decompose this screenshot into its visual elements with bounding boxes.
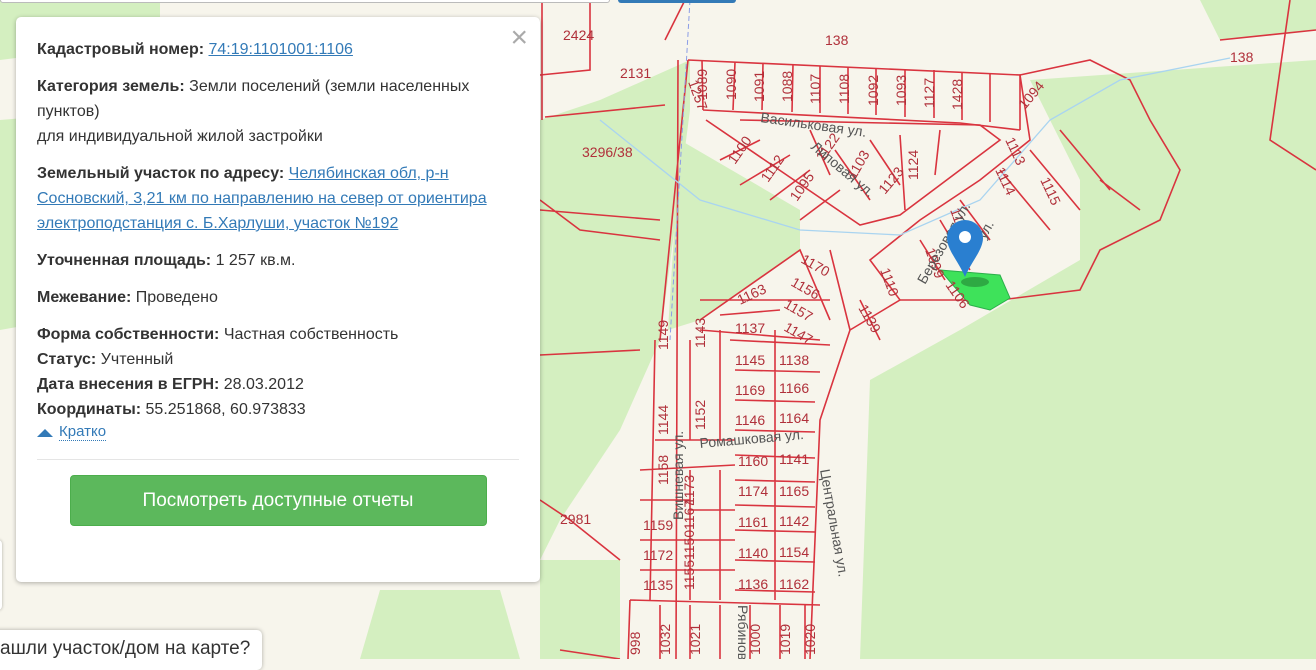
parcel-number: 1127 [921, 78, 937, 108]
parcel-number: 1165 [779, 483, 809, 499]
parcel-number: 2981 [560, 511, 591, 527]
parcel-number: 1093 [893, 75, 909, 106]
parcel-number: 1021 [687, 624, 703, 655]
parcel-info-panel: × Кадастровый номер: 74:19:1101001:1106 … [16, 17, 540, 582]
parcel-number: 1140 [738, 545, 768, 561]
collapse-toggle[interactable]: Кратко [37, 424, 519, 441]
survey-row: Межевание: Проведено [37, 285, 519, 310]
parcel-number: 1138 [779, 352, 809, 368]
parcel-number: 998 [627, 631, 643, 655]
parcel-number: 1092 [865, 75, 881, 106]
parcel-number: 1170 [799, 251, 833, 280]
coordinates-value: 55.251868, 60.973833 [145, 401, 306, 418]
parcel-number: 1144 [655, 405, 671, 435]
status-row: Статус: Учтенный [37, 347, 519, 372]
parcel-number: 1158 [655, 455, 671, 485]
parcel-number: 1162 [779, 576, 809, 592]
parcel-number: 1137 [735, 320, 765, 336]
cadastral-number-label: Кадастровый номер: [37, 41, 205, 58]
cadastral-number-link[interactable]: 74:19:1101001:1106 [209, 41, 353, 58]
coordinates-label: Координаты: [37, 401, 142, 418]
street-name: Ромашковая ул. [699, 426, 805, 451]
street-name: Липовая ул. [808, 138, 878, 200]
parcel-number: 1107 [807, 74, 823, 104]
found-parcel-prompt[interactable]: ашли участок/дом на карте? [0, 630, 262, 670]
street-name: Васильковая ул. [760, 109, 868, 140]
coordinates-row: Координаты: 55.251868, 60.973833 [37, 397, 519, 422]
address-label: Земельный участок по адресу: [37, 165, 285, 182]
parcel-number: 1115 [1037, 175, 1064, 208]
caret-up-icon [37, 428, 53, 437]
ownership-row: Форма собственности: Частная собственнос… [37, 322, 519, 347]
parcel-number: 1150 [681, 530, 697, 560]
parcel-number: 1139 [855, 302, 884, 336]
parcel-number: 1019 [777, 624, 793, 655]
area-label: Уточненная площадь: [37, 252, 212, 269]
close-icon[interactable]: × [510, 23, 528, 53]
parcel-number: 1161 [738, 514, 768, 530]
date-value: 28.03.2012 [223, 376, 304, 393]
street-name: Вишневая ул. [670, 431, 686, 520]
parcel-number: 1136 [738, 576, 768, 592]
view-reports-button[interactable]: Посмотреть доступные отчеты [69, 475, 487, 526]
parcel-number: 1124 [905, 150, 921, 180]
survey-value: Проведено [135, 289, 218, 306]
parcel-number: 1166 [779, 380, 809, 396]
status-label: Статус: [37, 351, 97, 368]
cadastral-number-row: Кадастровый номер: 74:19:1101001:1106 [37, 37, 519, 62]
search-button[interactable] [618, 0, 736, 3]
parcel-number: 1154 [779, 544, 809, 560]
parcel-number: 1110 [877, 266, 902, 299]
parcel-number: 1113 [1002, 135, 1029, 168]
parcel-number: 1172 [643, 547, 673, 563]
parcel-number: 1428 [949, 79, 965, 110]
street-name: Центральная ул. [817, 468, 852, 578]
land-use-value: для индивидуальной жилой застройки [37, 128, 323, 145]
date-row: Дата внесения в ЕГРН: 28.03.2012 [37, 372, 519, 397]
parcel-number: 1169 [735, 382, 765, 398]
parcel-number: 1160 [738, 453, 768, 469]
parcel-number: 3296/38 [582, 144, 633, 160]
parcel-number: 1032 [657, 624, 673, 655]
parcel-number: 1141 [779, 451, 809, 467]
survey-label: Межевание: [37, 289, 132, 306]
parcel-number: 1095 [786, 169, 817, 204]
side-tab[interactable] [0, 540, 2, 610]
parcel-number: 1145 [735, 352, 765, 368]
parcel-number: 1112 [757, 152, 787, 185]
parcel-number: 1159 [643, 517, 673, 533]
date-label: Дата внесения в ЕГРН: [37, 376, 220, 393]
parcel-number: 2131 [620, 65, 651, 81]
land-category-row: Категория земель: Земли поселений (земли… [37, 74, 519, 149]
parcel-number: 2424 [563, 27, 594, 43]
ownership-label: Форма собственности: [37, 326, 220, 343]
parcel-number: 1088 [779, 71, 795, 102]
status-value: Учтенный [100, 351, 174, 368]
parcel-number: 1108 [836, 74, 852, 104]
parcel-number: 1152 [692, 400, 708, 430]
parcel-number: 1143 [692, 318, 708, 348]
ownership-value: Частная собственность [223, 326, 399, 343]
parcel-number: 1146 [735, 412, 765, 428]
street-name: Рябиновая ул. [735, 605, 751, 659]
parcel-number: 1155 [681, 560, 697, 590]
parcel-number: 1174 [738, 483, 768, 499]
divider [37, 459, 519, 460]
parcel-number: 138 [825, 32, 849, 48]
parcel-number: 1135 [643, 577, 673, 593]
land-category-label: Категория земель: [37, 78, 185, 95]
parcel-number: 138 [1230, 49, 1254, 65]
search-input[interactable] [0, 0, 610, 3]
parcel-number: 1164 [779, 410, 809, 426]
area-row: Уточненная площадь: 1 257 кв.м. [37, 248, 519, 273]
parcel-number: 1149 [655, 320, 671, 350]
parcel-number: 1142 [779, 513, 809, 529]
parcel-number: 1091 [751, 71, 767, 102]
area-value: 1 257 кв.м. [215, 252, 296, 269]
parcel-number: 1090 [723, 69, 739, 100]
collapse-link[interactable]: Кратко [59, 424, 107, 441]
address-row: Земельный участок по адресу: Челябинская… [37, 161, 519, 236]
parcel-number: 1089 [694, 69, 710, 100]
parcel-number: 1020 [802, 624, 818, 655]
